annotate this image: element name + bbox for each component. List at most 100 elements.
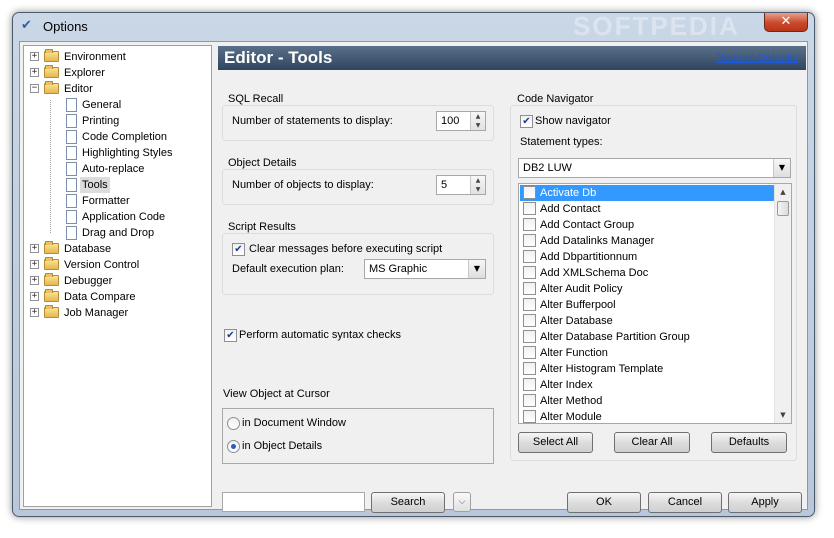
tree-item-version-control[interactable]: + Version Control	[24, 257, 211, 273]
title-bar[interactable]: ✔ Options SOFTPEDIA ✕	[13, 11, 814, 41]
object-details-label: Object Details	[228, 157, 297, 169]
statement-checkbox[interactable]	[523, 378, 536, 391]
list-item[interactable]: Alter Database Partition Group	[520, 329, 775, 345]
tree-item-debugger[interactable]: + Debugger	[24, 273, 211, 289]
up-arrow-icon[interactable]: ▲	[471, 112, 485, 121]
expand-icon[interactable]: +	[30, 276, 39, 285]
search-input[interactable]	[222, 492, 365, 512]
list-item[interactable]: Add Contact Group	[520, 217, 775, 233]
tree-item-environment[interactable]: + Environment	[24, 49, 211, 65]
list-item[interactable]: Add Datalinks Manager	[520, 233, 775, 249]
show-navigator-label: Show navigator	[535, 115, 611, 127]
document-window-radio[interactable]	[227, 417, 240, 430]
expand-search-icon[interactable]: ⌵	[453, 492, 471, 512]
statements-count-stepper[interactable]: 100 ▲ ▼	[436, 111, 486, 131]
statement-checkbox[interactable]	[523, 410, 536, 423]
syntax-checks-checkbox[interactable]: ✔	[224, 329, 237, 342]
page-icon	[66, 114, 77, 128]
expand-icon[interactable]: +	[30, 292, 39, 301]
scroll-up-icon[interactable]: ▲	[775, 184, 791, 200]
tree-item-database[interactable]: + Database	[24, 241, 211, 257]
list-item[interactable]: Add Contact	[520, 201, 775, 217]
statement-checkbox[interactable]	[523, 394, 536, 407]
statement-checkbox[interactable]	[523, 298, 536, 311]
list-item[interactable]: Alter Audit Policy	[520, 281, 775, 297]
list-item[interactable]: Alter Function	[520, 345, 775, 361]
down-arrow-icon[interactable]: ▼	[471, 121, 485, 130]
close-button[interactable]: ✕	[764, 13, 808, 32]
statement-checkbox[interactable]	[523, 282, 536, 295]
tree-item-label: Tools	[80, 177, 110, 193]
expand-icon[interactable]: +	[30, 68, 39, 77]
statement-label: Alter Database Partition Group	[540, 331, 690, 343]
tree-item-printing[interactable]: Printing	[24, 113, 211, 129]
search-button[interactable]: Search	[371, 492, 445, 513]
expand-icon[interactable]: +	[30, 244, 39, 253]
apply-button[interactable]: Apply	[728, 492, 802, 513]
tree-item-editor[interactable]: − Editor	[24, 81, 211, 97]
defaults-button[interactable]: Defaults	[711, 432, 787, 453]
down-arrow-icon[interactable]: ▼	[471, 185, 485, 194]
tree-item-formatter[interactable]: Formatter	[24, 193, 211, 209]
tree-item-auto-replace[interactable]: Auto-replace	[24, 161, 211, 177]
statement-checkbox[interactable]	[523, 362, 536, 375]
tree-item-tools[interactable]: Tools	[24, 177, 211, 193]
statement-label: Activate Db	[540, 187, 597, 199]
database-type-select[interactable]: DB2 LUW ▼	[518, 158, 791, 178]
statement-checkbox[interactable]	[523, 202, 536, 215]
expand-icon[interactable]: +	[30, 52, 39, 61]
list-item[interactable]: Alter Bufferpool	[520, 297, 775, 313]
up-arrow-icon[interactable]: ▲	[471, 176, 485, 185]
list-scrollbar[interactable]: ▲ ▼	[774, 184, 791, 423]
tree-item-label: Printing	[82, 115, 120, 127]
tree-item-job-manager[interactable]: + Job Manager	[24, 305, 211, 321]
stepper-arrows[interactable]: ▲ ▼	[470, 176, 485, 194]
list-item[interactable]: Alter Database	[520, 313, 775, 329]
stepper-arrows[interactable]: ▲ ▼	[470, 112, 485, 130]
statement-checkbox[interactable]	[523, 186, 536, 199]
execution-plan-select[interactable]: MS Graphic ▼	[364, 259, 486, 279]
tree-item-explorer[interactable]: + Explorer	[24, 65, 211, 81]
list-item[interactable]: Add Dbpartitionnum	[520, 249, 775, 265]
statement-checkbox[interactable]	[523, 330, 536, 343]
list-item[interactable]: Alter Histogram Template	[520, 361, 775, 377]
scroll-thumb[interactable]	[777, 201, 789, 216]
expand-icon[interactable]: +	[30, 260, 39, 269]
list-item[interactable]: Activate Db	[520, 185, 775, 201]
syntax-checks-label: Perform automatic syntax checks	[239, 329, 402, 341]
object-details-radio[interactable]	[227, 440, 240, 453]
restore-defaults-link[interactable]: Restore Defaults	[716, 52, 798, 64]
tree-item-application-code[interactable]: Application Code	[24, 209, 211, 225]
options-tree[interactable]: + Environment + Explorer − Editor General Print…	[23, 45, 212, 507]
statement-checkbox[interactable]	[523, 314, 536, 327]
dropdown-arrow-icon[interactable]: ▼	[773, 159, 790, 177]
tree-item-drag-and-drop[interactable]: Drag and Drop	[24, 225, 211, 241]
cancel-button[interactable]: Cancel	[648, 492, 722, 513]
select-all-button[interactable]: Select All	[518, 432, 593, 453]
scroll-down-icon[interactable]: ▼	[775, 407, 791, 423]
statement-checkbox[interactable]	[523, 266, 536, 279]
statement-checkbox[interactable]	[523, 234, 536, 247]
list-item[interactable]: Add XMLSchema Doc	[520, 265, 775, 281]
tree-item-data-compare[interactable]: + Data Compare	[24, 289, 211, 305]
tree-item-code-completion[interactable]: Code Completion	[24, 129, 211, 145]
list-item[interactable]: Alter Module	[520, 409, 775, 423]
list-item[interactable]: Alter Method	[520, 393, 775, 409]
show-navigator-checkbox[interactable]: ✔	[520, 115, 533, 128]
statement-checkbox[interactable]	[523, 250, 536, 263]
objects-count-stepper[interactable]: 5 ▲ ▼	[436, 175, 486, 195]
ok-button[interactable]: OK	[567, 492, 641, 513]
tree-item-general[interactable]: General	[24, 97, 211, 113]
clear-messages-checkbox[interactable]: ✔	[232, 243, 245, 256]
collapse-icon[interactable]: −	[30, 84, 39, 93]
statement-types-list[interactable]: Alter Module Alter Method Alter Index Alter…	[518, 183, 792, 424]
statement-checkbox[interactable]	[523, 346, 536, 359]
dropdown-arrow-icon[interactable]: ▼	[468, 260, 485, 278]
sql-recall-label: SQL Recall	[228, 93, 284, 105]
statement-checkbox[interactable]	[523, 218, 536, 231]
clear-all-button[interactable]: Clear All	[614, 432, 690, 453]
tree-item-highlighting-styles[interactable]: Highlighting Styles	[24, 145, 211, 161]
document-window-label: in Document Window	[242, 417, 346, 429]
list-item[interactable]: Alter Index	[520, 377, 775, 393]
expand-icon[interactable]: +	[30, 308, 39, 317]
